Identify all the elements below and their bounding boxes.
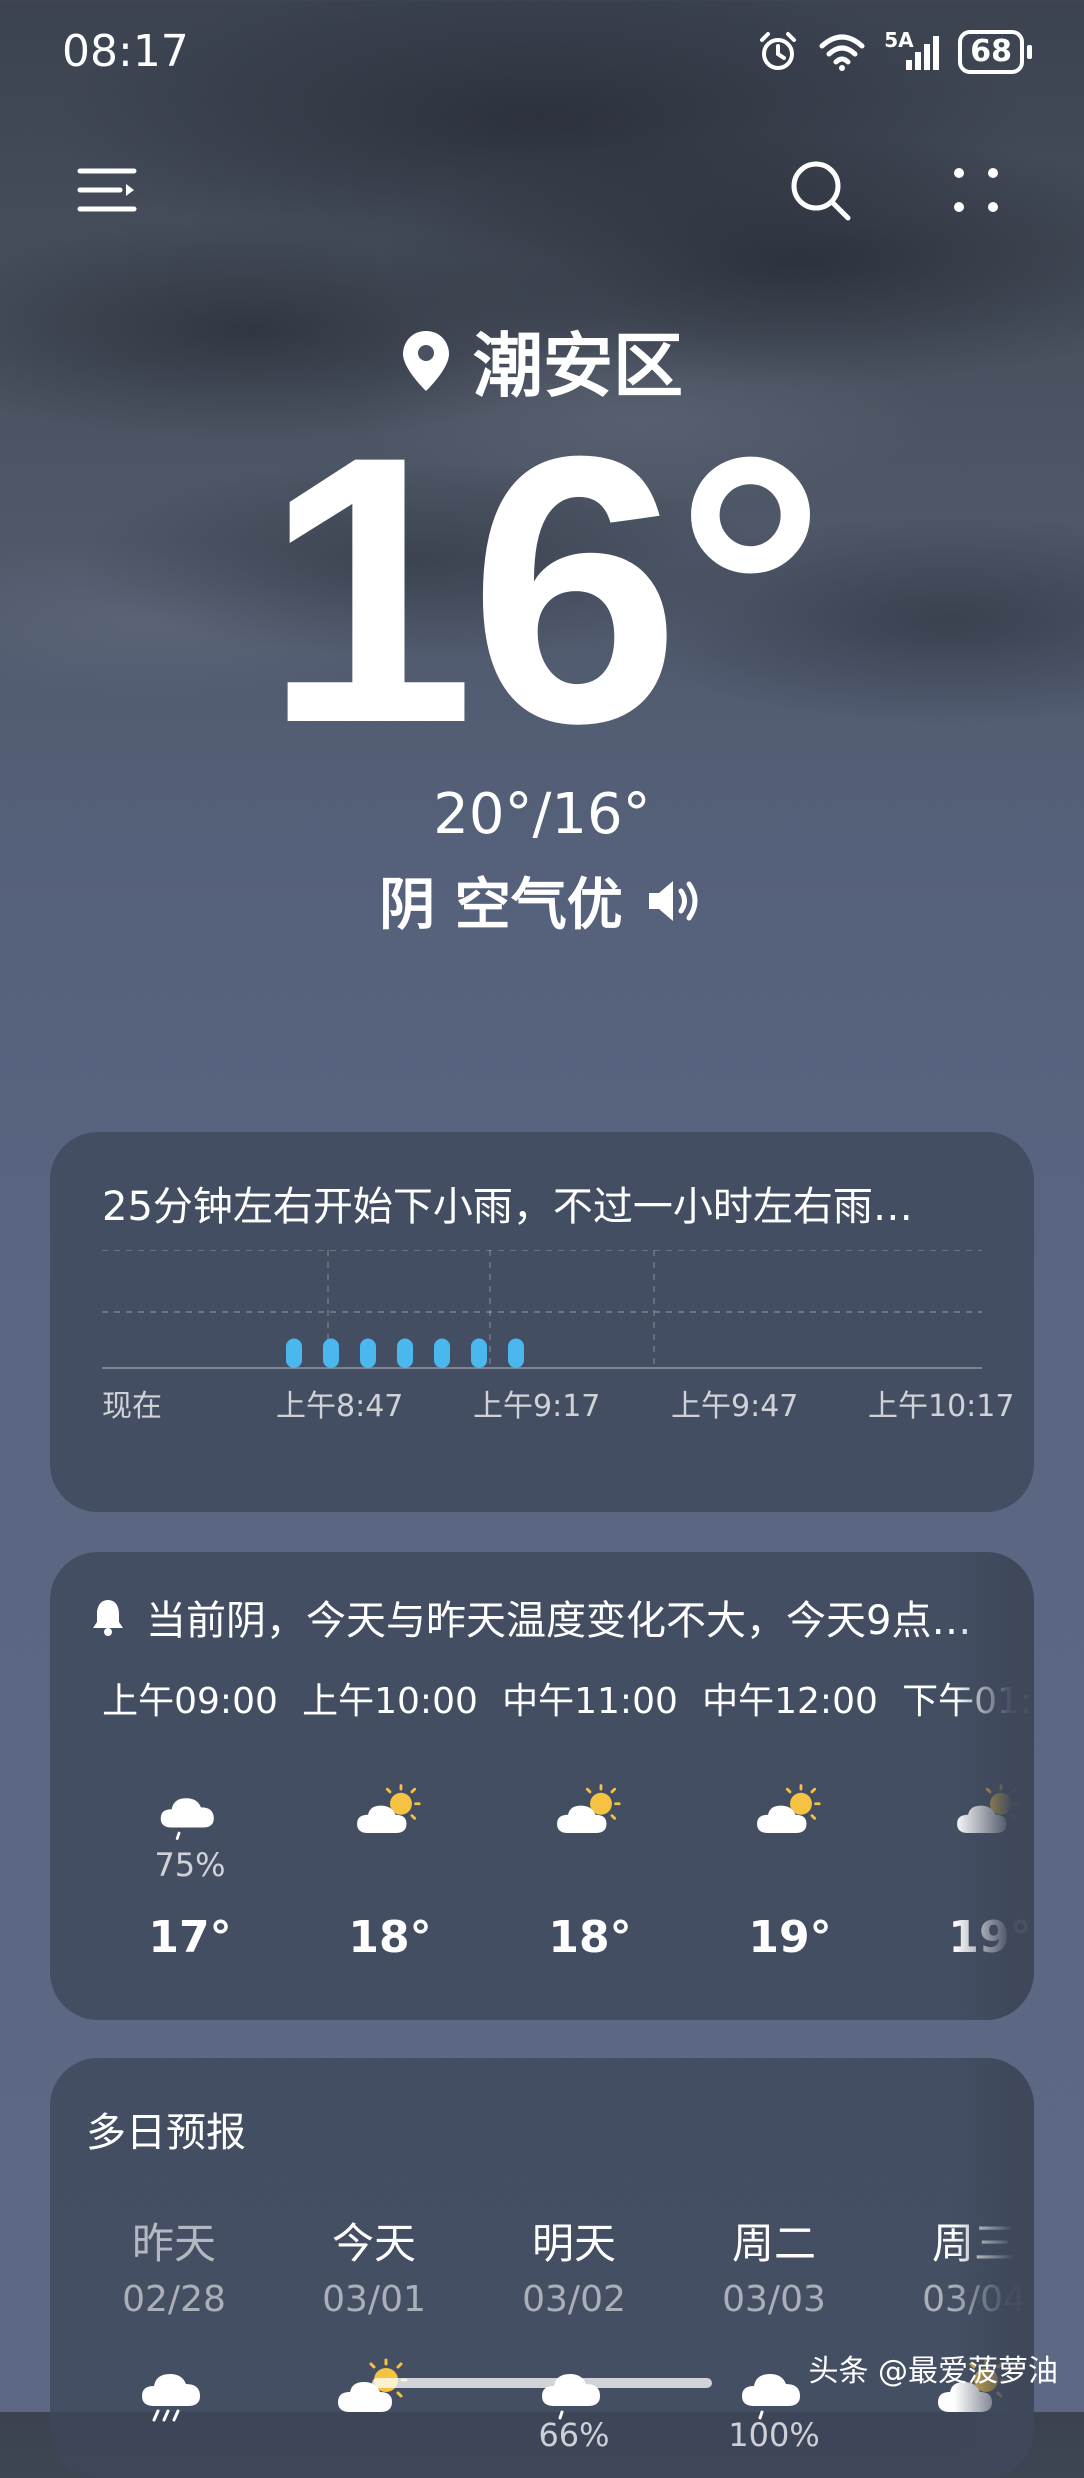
status-bar: 08:17 5A 68 xyxy=(0,0,1084,110)
menu-icon xyxy=(77,168,137,212)
hourly-precip-probability xyxy=(490,1846,690,1886)
daily-date: 02/28 xyxy=(122,2279,226,2320)
daily-day-name: 明天 xyxy=(531,2219,616,2268)
hourly-list[interactable]: 上午09:00 75% 17° 上午10:00 18° 中午11:00 18° 中午12:00… xyxy=(50,1672,1034,2012)
daily-day-name: 昨天 xyxy=(131,2219,216,2268)
precipitation-chart: 现在 上午8:47 上午9:17 上午9:47 上午10:17 xyxy=(102,1250,1014,1424)
hourly-icon-wrap xyxy=(750,1780,830,1844)
scroll-fade xyxy=(954,2058,1034,2478)
rain-bar xyxy=(434,1338,450,1368)
daily-date: 03/02 xyxy=(522,2279,626,2320)
search-icon xyxy=(791,161,851,221)
watermark: 头条 @最爱菠萝油 xyxy=(808,2354,1058,2389)
hourly-temperature: 19° xyxy=(748,1912,832,1963)
condition-text: 阴 空气优 xyxy=(379,873,623,938)
hourly-time: 中午11:00 xyxy=(502,1681,678,1722)
rain-time-label: 上午9:17 xyxy=(473,1389,600,1424)
hourly-icon-wrap xyxy=(550,1780,630,1844)
precipitation-summary: 25分钟左右开始下小雨，不过一小时左右雨… xyxy=(102,1184,913,1230)
high-low-temperature: 20°/16° xyxy=(433,782,651,847)
daily-date: 03/03 xyxy=(722,2279,826,2320)
rain-bar xyxy=(397,1338,413,1368)
daily-icon-wrap xyxy=(334,2354,414,2424)
hourly-forecast-card[interactable]: 当前阴，今天与昨天温度变化不大，今天9点… 上午09:00 75% 17° 上午10:… xyxy=(50,1552,1034,2020)
hourly-time: 上午09:00 xyxy=(102,1681,278,1722)
rain-time-label: 现在 xyxy=(102,1389,162,1424)
hourly-temperature: 17° xyxy=(148,1912,232,1963)
daily-item[interactable]: 周二 03/03 100% xyxy=(674,2210,874,2454)
speaker-icon[interactable] xyxy=(645,876,705,926)
more-dots-icon xyxy=(954,168,998,212)
precipitation-card[interactable]: 25分钟左右开始下小雨，不过一小时左右雨… 现在 上午8:47 上午9:17 上午9:… xyxy=(50,1132,1034,1512)
hourly-icon-wrap xyxy=(350,1780,430,1844)
rain-time-label: 上午8:47 xyxy=(276,1389,403,1424)
battery-indicator: 68 xyxy=(958,30,1032,74)
cloud-rain-icon xyxy=(742,2374,800,2420)
hourly-item[interactable]: 中午11:00 18° xyxy=(490,1672,690,1963)
cloud-rain-icon xyxy=(160,1798,214,1840)
daily-precip-probability: 100% xyxy=(728,2416,820,2454)
partly-cloudy-icon xyxy=(338,2358,408,2412)
city-menu-button[interactable] xyxy=(68,150,148,230)
hourly-summary-text: 当前阴，今天与昨天温度变化不大，今天9点… xyxy=(146,1598,972,1644)
hourly-item[interactable]: 中午12:00 19° xyxy=(690,1672,890,1963)
daily-date: 03/01 xyxy=(322,2279,426,2320)
hourly-temperature: 18° xyxy=(548,1912,632,1963)
cloud-rain-icon xyxy=(542,2374,600,2420)
daily-icon-wrap xyxy=(134,2354,214,2424)
hourly-time: 上午10:00 xyxy=(302,1681,478,1722)
rain-bar xyxy=(508,1338,524,1368)
rain-bar xyxy=(286,1338,302,1368)
daily-item[interactable]: 明天 03/02 66% xyxy=(474,2210,674,2454)
scroll-fade xyxy=(954,1552,1034,2020)
partly-cloudy-icon xyxy=(357,1784,421,1834)
daily-title: 多日预报 xyxy=(86,2110,246,2156)
rain-bar xyxy=(360,1338,376,1368)
daily-precip-probability: 66% xyxy=(538,2416,610,2454)
hourly-summary: 当前阴，今天与昨天温度变化不大，今天9点… xyxy=(90,1588,971,1646)
hourly-precip-probability xyxy=(690,1846,890,1886)
daily-icon-wrap xyxy=(534,2354,614,2424)
bell-icon xyxy=(93,1600,123,1636)
hourly-precip-probability: 75% xyxy=(154,1846,226,1884)
hourly-item[interactable]: 上午10:00 18° xyxy=(290,1672,490,1963)
hourly-time: 中午12:00 xyxy=(702,1681,878,1722)
rain-bar xyxy=(323,1338,339,1368)
hourly-temperature: 18° xyxy=(348,1912,432,1963)
daily-day-name: 周二 xyxy=(731,2219,816,2268)
status-icons: 5A 68 xyxy=(756,28,1032,74)
daily-icon-wrap xyxy=(734,2354,814,2424)
rain-time-label: 上午9:47 xyxy=(671,1389,798,1424)
more-options-button[interactable] xyxy=(936,150,1016,230)
alarm-icon xyxy=(760,32,797,70)
daily-item[interactable]: 昨天 02/28 xyxy=(74,2210,274,2422)
search-button[interactable] xyxy=(780,150,860,230)
cellular-signal-icon: 5A xyxy=(884,28,940,72)
rain-time-label: 上午10:17 xyxy=(868,1389,1014,1424)
hourly-item[interactable]: 上午09:00 75% 17° xyxy=(90,1672,290,1963)
wifi-icon xyxy=(819,34,865,71)
heavy-rain-icon xyxy=(142,2374,200,2422)
current-temperature: 16° xyxy=(263,377,827,802)
daily-forecast-card[interactable]: 多日预报 昨天 02/28 今天 03/01 明天 03/02 66% 周二 03/03 100%… xyxy=(50,2058,1034,2478)
daily-day-name: 今天 xyxy=(331,2219,416,2268)
partly-cloudy-icon xyxy=(557,1784,621,1834)
hourly-precip-probability xyxy=(290,1846,490,1886)
home-indicator[interactable] xyxy=(372,2378,712,2388)
hourly-icon-wrap xyxy=(150,1780,230,1844)
partly-cloudy-icon xyxy=(757,1784,821,1834)
status-time: 08:17 xyxy=(62,26,189,77)
rain-bar xyxy=(471,1338,487,1368)
current-condition: 阴 空气优 xyxy=(0,860,1084,941)
